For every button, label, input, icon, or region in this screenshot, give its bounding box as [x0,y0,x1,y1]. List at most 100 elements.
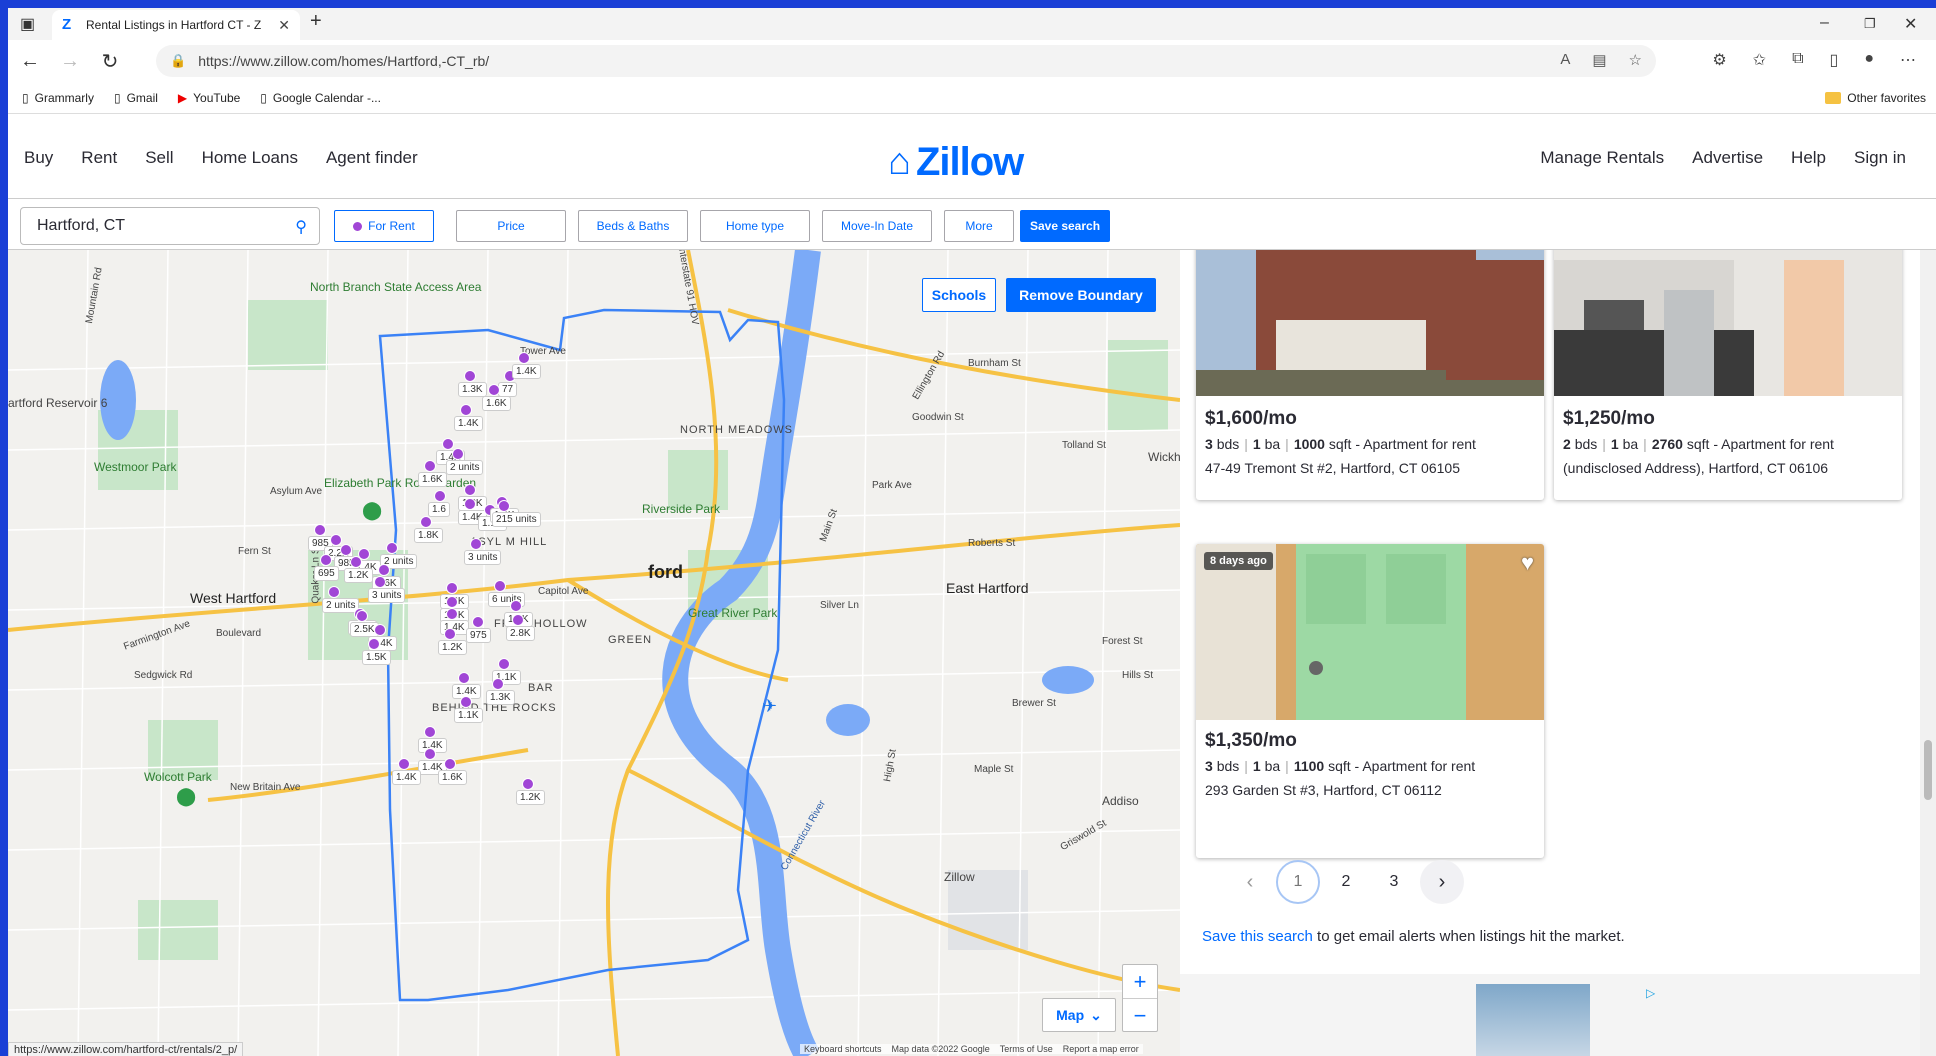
more-filter[interactable]: More [944,210,1014,242]
terms-link[interactable]: Terms of Use [1000,1044,1053,1054]
listing-price-label[interactable]: 1.8K [414,528,443,543]
listing-price-label[interactable]: 1.5K [362,650,391,665]
profile-avatar-icon[interactable]: ● [1864,50,1874,70]
listing-pin[interactable] [460,696,472,708]
zoom-in-button[interactable]: + [1123,965,1157,999]
scroll-thumb[interactable] [1924,740,1932,800]
save-search-button[interactable]: Save search [1020,210,1110,242]
listing-price-label[interactable]: 1.4K [512,364,541,379]
listing-price-label[interactable]: 215 units [492,512,541,527]
listing-price-label[interactable]: 1.1K [454,708,483,723]
listing-pin[interactable] [424,748,436,760]
listing-pin[interactable] [442,438,454,450]
listing-pin[interactable] [492,678,504,690]
listing-pin[interactable] [374,624,386,636]
tab-actions-icon[interactable]: ▣ [20,14,35,34]
url-bar[interactable]: 🔒 https://www.zillow.com/homes/Hartford,… [156,45,1656,77]
bookmark-youtube[interactable]: ▶ YouTube [178,91,240,105]
page-3[interactable]: 3 [1372,860,1416,904]
listing-pin[interactable] [374,576,386,588]
listing-pin[interactable] [386,542,398,554]
save-heart-icon[interactable]: ♥ [1521,550,1534,576]
map-type-button[interactable]: Map ⌄ [1042,998,1116,1032]
home-type-filter[interactable]: Home type [700,210,810,242]
listing-pin[interactable] [510,600,522,612]
listing-pin[interactable] [320,554,332,566]
reader-view-icon[interactable]: ▤ [1592,51,1606,69]
listing-price-label[interactable]: 2.8K [506,626,535,641]
split-screen-icon[interactable]: ▯ [1830,50,1839,70]
bookmark-google-calendar[interactable]: ▯ Google Calendar -... [260,91,381,105]
nav-home-loans[interactable]: Home Loans [202,148,298,168]
listing-price-label[interactable]: 1.4K [454,416,483,431]
restore-icon[interactable]: ❐ [1864,16,1876,32]
add-favorite-icon[interactable]: ☆ [1629,51,1642,69]
bookmark-grammarly[interactable]: ▯ Grammarly [22,91,94,105]
listing-pin[interactable] [464,370,476,382]
listing-pin[interactable] [340,544,352,556]
listing-pin[interactable] [378,564,390,576]
listing-pin[interactable] [424,460,436,472]
nav-manage-rentals[interactable]: Manage Rentals [1540,148,1664,168]
listing-pin[interactable] [328,586,340,598]
page-2[interactable]: 2 [1324,860,1368,904]
listing-pin[interactable] [458,672,470,684]
listing-pin[interactable] [522,778,534,790]
nav-rent[interactable]: Rent [81,148,117,168]
listing-pin[interactable] [464,484,476,496]
map[interactable]: North Branch State Access Area artford R… [8,250,1180,1056]
listing-pin[interactable] [356,610,368,622]
close-tab-icon[interactable]: ✕ [278,17,290,34]
listing-price-label[interactable]: 1.2K [438,640,467,655]
nav-help[interactable]: Help [1791,148,1826,168]
back-icon[interactable]: ← [10,50,50,73]
ad-image[interactable] [1476,984,1590,1056]
zillow-logo[interactable]: ⌂ Zillow [888,140,1024,185]
listing-pin[interactable] [512,614,524,626]
move-in-date-filter[interactable]: Move-In Date [822,210,932,242]
search-input[interactable] [37,217,277,235]
url-text[interactable]: https://www.zillow.com/homes/Hartford,-C… [198,53,489,69]
bookmark-gmail[interactable]: ▯ Gmail [114,91,158,105]
park-marker-icon[interactable]: ⬤ [362,500,382,521]
listing-pin[interactable] [518,352,530,364]
keyboard-shortcuts-link[interactable]: Keyboard shortcuts [804,1044,882,1054]
price-filter[interactable]: Price [456,210,566,242]
listing-pin[interactable] [330,534,342,546]
listing-photo[interactable] [1196,250,1544,396]
remove-boundary-button[interactable]: Remove Boundary [1006,278,1156,312]
save-this-search-link[interactable]: Save this search [1202,928,1313,945]
listing-price-label[interactable]: 1.6K [418,472,447,487]
search-icon[interactable]: ⚲ [295,217,307,237]
listing-pin[interactable] [314,524,326,536]
listing-pin[interactable] [470,538,482,550]
lock-icon[interactable]: 🔒 [170,53,186,69]
favorites-icon[interactable]: ✩ [1753,50,1766,70]
listing-price-label[interactable]: 1.6 [428,502,450,517]
listing-price-label[interactable]: 695 [314,566,339,581]
new-tab-icon[interactable]: + [310,10,322,33]
listing-pin[interactable] [350,556,362,568]
listing-pin[interactable] [434,490,446,502]
listing-price-label[interactable]: 1.6K [438,770,467,785]
listing-pin[interactable] [446,608,458,620]
listing-pin[interactable] [498,658,510,670]
listing-card[interactable]: $1,250/mo 2 bds | 1 ba | 2760 sqft - Apartme… [1554,250,1902,500]
beds-baths-filter[interactable]: Beds & Baths [578,210,688,242]
page-1[interactable]: 1 [1276,860,1320,904]
park-marker-icon[interactable]: ⬤ [176,786,196,807]
collections-icon[interactable]: ⧉ [1792,50,1803,70]
listing-pin[interactable] [424,726,436,738]
listing-pin[interactable] [452,448,464,460]
for-rent-filter[interactable]: For Rent [334,210,434,242]
listing-price-label[interactable]: 1.3K [458,382,487,397]
listing-pin[interactable] [488,384,500,396]
zoom-out-button[interactable]: − [1123,999,1157,1033]
listings-scrollbar[interactable] [1920,250,1936,1056]
listing-photo[interactable]: 8 days ago ♥ [1196,544,1544,720]
refresh-icon[interactable]: ↻ [90,49,130,74]
listing-card[interactable]: 8 days ago ♥ $1,350/mo 3 bds | 1 ba | 1100 s… [1196,544,1544,858]
listing-pin[interactable] [498,500,510,512]
nav-agent-finder[interactable]: Agent finder [326,148,418,168]
listing-photo[interactable] [1554,250,1902,396]
